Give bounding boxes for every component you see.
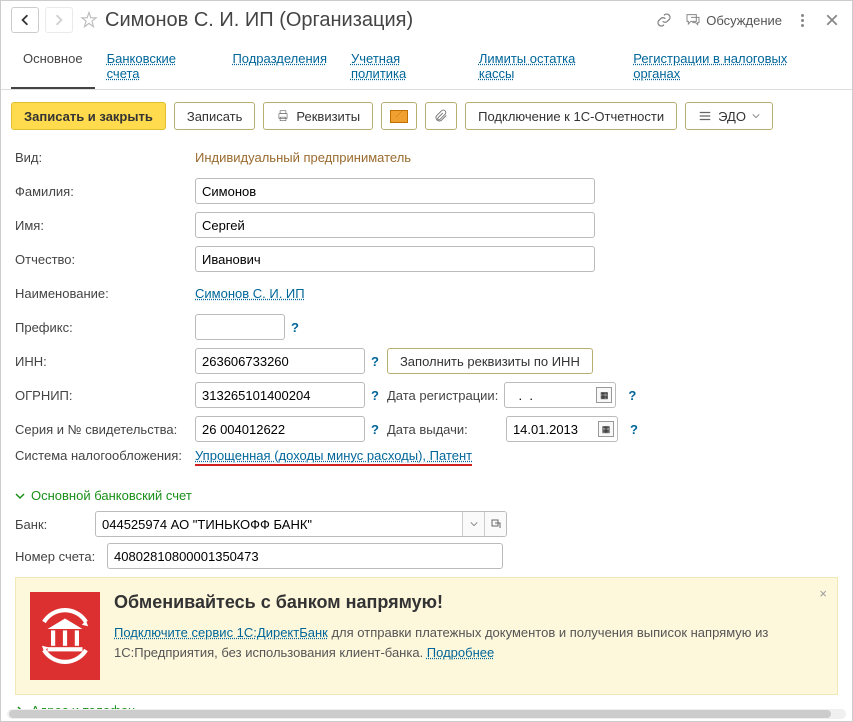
envelope-icon — [390, 110, 408, 123]
tab-dept[interactable]: Подразделения — [220, 43, 339, 89]
favorite-icon[interactable] — [79, 10, 99, 30]
scrollbar[interactable] — [7, 709, 846, 719]
requisites-button[interactable]: Реквизиты — [263, 102, 373, 130]
bank-exchange-icon — [30, 592, 100, 680]
calendar-icon[interactable]: ▦ — [598, 421, 614, 437]
kind-value: Индивидуальный предприниматель — [195, 150, 411, 165]
tax-sys-link[interactable]: Упрощенная (доходы минус расходы), Патен… — [195, 448, 472, 466]
cert-label: Серия и № свидетельства: — [15, 422, 195, 437]
tab-policy[interactable]: Учетная политика — [339, 43, 467, 89]
section-bank[interactable]: Основной банковский счет — [15, 488, 852, 503]
disp-link[interactable]: Симонов С. И. ИП — [195, 286, 305, 301]
more-icon[interactable] — [792, 10, 812, 30]
tabs: Основное Банковские счета Подразделения … — [1, 43, 852, 90]
promo-text: Подключите сервис 1С:ДиректБанк для отпр… — [114, 623, 823, 662]
tab-main[interactable]: Основное — [11, 43, 95, 89]
patronymic-label: Отчество: — [15, 252, 195, 267]
promo-heading: Обменивайтесь с банком напрямую! — [114, 592, 823, 613]
stack-icon — [698, 109, 712, 123]
inn-label: ИНН: — [15, 354, 195, 369]
cert-help[interactable]: ? — [371, 422, 379, 437]
scrollbar-thumb[interactable] — [9, 710, 831, 718]
chevron-down-icon — [15, 491, 25, 501]
fill-by-inn-button[interactable]: Заполнить реквизиты по ИНН — [387, 348, 593, 374]
bank-label: Банк: — [15, 517, 95, 532]
cert-input[interactable] — [195, 416, 365, 442]
open-icon[interactable] — [484, 512, 506, 536]
kind-label: Вид: — [15, 150, 195, 165]
inn-input[interactable] — [195, 348, 365, 374]
bank-combo[interactable] — [95, 511, 507, 537]
toolbar: Записать и закрыть Записать Реквизиты По… — [1, 90, 852, 142]
close-icon[interactable] — [822, 10, 842, 30]
acct-input[interactable] — [107, 543, 503, 569]
surname-label: Фамилия: — [15, 184, 195, 199]
tab-bank[interactable]: Банковские счета — [95, 43, 221, 89]
surname-input[interactable] — [195, 178, 595, 204]
prefix-help[interactable]: ? — [291, 320, 299, 335]
promo-more-link[interactable]: Подробнее — [427, 645, 494, 660]
prefix-label: Префикс: — [15, 320, 195, 335]
inn-help[interactable]: ? — [371, 354, 379, 369]
bank-input[interactable] — [96, 512, 462, 536]
email-button[interactable] — [381, 102, 417, 130]
promo-link[interactable]: Подключите сервис 1С:ДиректБанк — [114, 625, 328, 640]
save-close-button[interactable]: Записать и закрыть — [11, 102, 166, 130]
attach-button[interactable] — [425, 102, 457, 130]
reg-date-help[interactable]: ? — [628, 388, 636, 403]
forward-button[interactable] — [45, 7, 73, 33]
tax-sys-label: Система налогообложения: — [15, 448, 195, 465]
link-icon[interactable] — [654, 10, 674, 30]
print-icon — [276, 109, 290, 123]
paperclip-icon — [434, 108, 448, 124]
ogrnip-label: ОГРНИП: — [15, 388, 195, 403]
discuss-button[interactable]: Обсуждение — [684, 12, 782, 28]
ogrnip-input[interactable] — [195, 382, 365, 408]
name-input[interactable] — [195, 212, 595, 238]
tab-limits[interactable]: Лимиты остатка кассы — [467, 43, 621, 89]
edo-button[interactable]: ЭДО — [685, 102, 773, 130]
discuss-label: Обсуждение — [706, 13, 782, 28]
save-button[interactable]: Записать — [174, 102, 256, 130]
patronymic-input[interactable] — [195, 246, 595, 272]
page-title: Симонов С. И. ИП (Организация) — [105, 9, 648, 32]
close-icon[interactable]: × — [819, 586, 827, 601]
chevron-down-icon[interactable] — [462, 512, 484, 536]
reg-date-label: Дата регистрации: — [387, 388, 498, 403]
chat-icon — [684, 12, 702, 28]
name-label: Имя: — [15, 218, 195, 233]
disp-label: Наименование: — [15, 286, 195, 301]
issue-help[interactable]: ? — [630, 422, 638, 437]
prefix-input[interactable] — [195, 314, 285, 340]
chevron-down-icon — [752, 112, 760, 120]
calendar-icon[interactable]: ▦ — [596, 387, 612, 403]
promo-banner: × Обменивайтесь с банком напрямую! Подкл… — [15, 577, 838, 695]
back-button[interactable] — [11, 7, 39, 33]
issue-label: Дата выдачи: — [387, 422, 500, 437]
acct-label: Номер счета: — [15, 549, 107, 564]
tab-tax[interactable]: Регистрации в налоговых органах — [621, 43, 842, 89]
connect-button[interactable]: Подключение к 1С-Отчетности — [465, 102, 677, 130]
ogrnip-help[interactable]: ? — [371, 388, 379, 403]
